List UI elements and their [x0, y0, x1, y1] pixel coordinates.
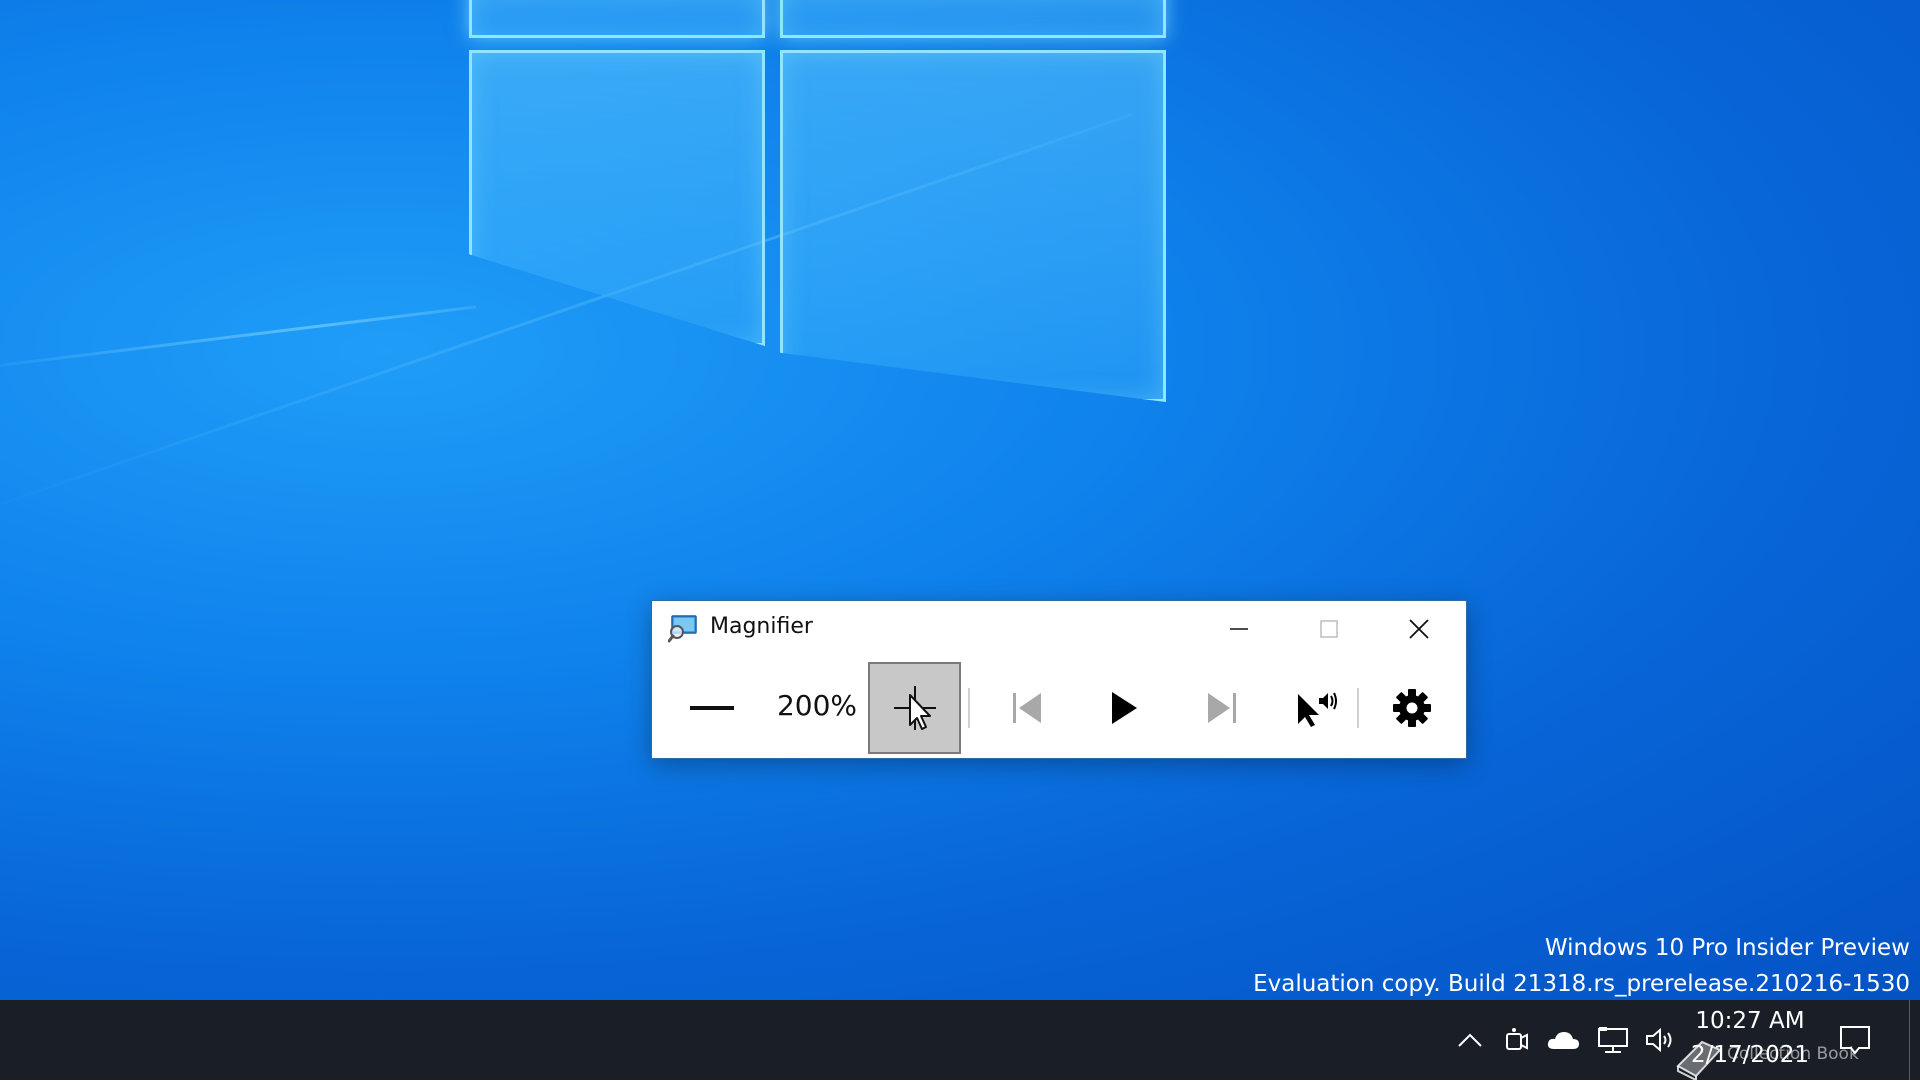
clock[interactable]: 10:27 AM 2/17/2021 [1680, 1004, 1820, 1076]
onedrive-button[interactable] [1543, 1018, 1583, 1062]
watermark-build: Evaluation copy. Build 21318.rs_prerelea… [1253, 971, 1910, 997]
magnifier-window[interactable]: Magnifier 200% [651, 600, 1467, 759]
zoom-level-value[interactable]: 200% [762, 689, 872, 722]
clock-time: 10:27 AM [1695, 1008, 1805, 1034]
notification-icon [1840, 1026, 1870, 1055]
clock-date: 2/17/2021 [1691, 1042, 1809, 1068]
view-mode-button[interactable] [868, 662, 961, 754]
close-button[interactable] [1374, 601, 1464, 657]
minimize-icon [1230, 628, 1248, 630]
windows-logo-pane [469, 50, 765, 346]
read-from-here-icon [1298, 692, 1337, 727]
volume-icon [1646, 1027, 1672, 1053]
previous-icon [1013, 693, 1041, 723]
cursor-move-icon [893, 686, 936, 730]
action-center-button[interactable] [1830, 1016, 1880, 1064]
close-icon [1409, 619, 1429, 639]
meet-now-icon [1506, 1028, 1528, 1050]
volume-button[interactable] [1641, 1018, 1681, 1062]
evaluation-watermark: Windows 10 Pro Insider Preview Evaluatio… [1253, 930, 1910, 1002]
maximize-icon [1320, 620, 1338, 638]
read-from-here-button[interactable] [1277, 658, 1357, 758]
previous-paragraph-button[interactable] [987, 658, 1067, 758]
taskbar: 10:27 AM 2/17/2021 [0, 1000, 1920, 1080]
meet-now-button[interactable] [1497, 1018, 1537, 1062]
gear-icon [1393, 689, 1431, 727]
desktop-background [0, 0, 1920, 1000]
window-title: Magnifier [710, 614, 813, 639]
watermark-edition: Windows 10 Pro Insider Preview [1544, 935, 1910, 961]
toolbar-separator [968, 688, 970, 728]
chevron-up-icon [1458, 1033, 1482, 1047]
title-bar[interactable]: Magnifier [652, 601, 1466, 657]
next-paragraph-button[interactable] [1182, 658, 1262, 758]
settings-button[interactable] [1372, 658, 1452, 758]
network-icon [1598, 1027, 1628, 1053]
minus-icon [690, 706, 734, 710]
minimize-button[interactable] [1194, 601, 1284, 657]
windows-logo-pane [469, 0, 765, 38]
toolbar-separator [1357, 688, 1359, 728]
play-button[interactable] [1084, 658, 1164, 758]
zoom-out-button[interactable] [672, 658, 752, 758]
next-icon [1208, 693, 1236, 723]
magnifier-app-icon [667, 615, 698, 643]
magnifier-toolbar: 200% [652, 658, 1466, 758]
windows-logo-pane [780, 0, 1166, 38]
network-button[interactable] [1593, 1018, 1633, 1062]
maximize-button[interactable] [1284, 601, 1374, 657]
onedrive-icon [1547, 1032, 1579, 1049]
show-desktop-button[interactable] [1909, 1000, 1920, 1080]
show-hidden-icons-button[interactable] [1450, 1018, 1490, 1062]
play-icon [1112, 692, 1137, 724]
windows-logo-pane [780, 50, 1166, 402]
